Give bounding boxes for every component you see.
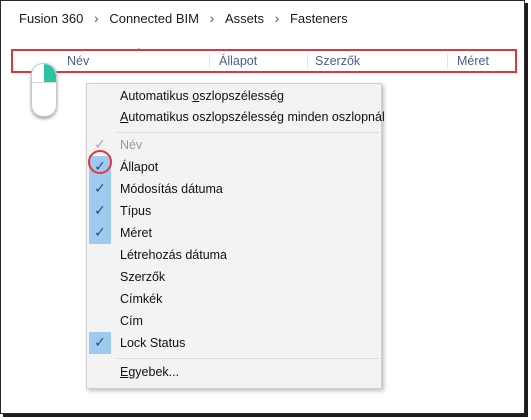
chevron-right-icon: › (93, 10, 99, 26)
column-divider[interactable] (447, 54, 448, 68)
checkmark-icon: ✓ (89, 178, 111, 200)
column-header-row[interactable]: ^ Név Állapot Szerzők Méret (11, 48, 517, 73)
menu-item-column-created-date[interactable]: Létrehozás dátuma (87, 244, 381, 266)
menu-item-column-authors[interactable]: Szerzők (87, 266, 381, 288)
chevron-right-icon: › (274, 10, 280, 26)
checkmark-icon: ✓ (89, 222, 111, 244)
chevron-right-icon: › (209, 10, 215, 26)
column-divider[interactable] (307, 54, 308, 68)
menu-separator (117, 132, 379, 133)
menu-item-more[interactable]: Egyebek... (87, 361, 381, 383)
sort-indicator: ^ (137, 48, 141, 55)
checkmark-icon: ✓ (89, 332, 111, 354)
menu-separator (117, 358, 379, 359)
breadcrumb: Fusion 360 › Connected BIM › Assets › Fa… (19, 10, 348, 26)
column-header-status[interactable]: Állapot (219, 54, 257, 68)
column-header-size[interactable]: Méret (457, 54, 489, 68)
breadcrumb-item-fusion360[interactable]: Fusion 360 (19, 11, 83, 26)
menu-item-column-tags[interactable]: Címkék (87, 288, 381, 310)
menu-item-auto-column-width-all[interactable]: Automatikus oszlopszélesség minden oszlo… (87, 106, 385, 128)
column-header-name[interactable]: Név (67, 54, 89, 68)
menu-item-column-size[interactable]: ✓ Méret (87, 222, 381, 244)
menu-item-column-lock-status[interactable]: ✓ Lock Status (87, 332, 381, 354)
column-context-menu: Automatikus oszlopszélesség Automatikus … (86, 83, 385, 389)
column-header-authors[interactable]: Szerzők (315, 54, 360, 68)
menu-item-column-modified-date[interactable]: ✓ Módosítás dátuma (87, 178, 381, 200)
breadcrumb-item-connected-bim[interactable]: Connected BIM (109, 11, 199, 26)
mouse-right-click-icon (31, 63, 57, 117)
checkmark-icon: ✓ (89, 200, 111, 222)
menu-item-column-title[interactable]: Cím (87, 310, 381, 332)
breadcrumb-item-fasteners[interactable]: Fasteners (290, 11, 348, 26)
menu-item-column-name: ✓ Név (87, 134, 381, 156)
menu-item-column-type[interactable]: ✓ Típus (87, 200, 381, 222)
annotation-highlight-circle (88, 150, 112, 174)
menu-item-auto-column-width[interactable]: Automatikus oszlopszélesség (87, 85, 381, 107)
breadcrumb-item-assets[interactable]: Assets (225, 11, 264, 26)
column-divider[interactable] (209, 54, 210, 68)
mouse-right-button (44, 64, 56, 82)
menu-item-column-status[interactable]: ✓ Állapot (87, 156, 381, 178)
